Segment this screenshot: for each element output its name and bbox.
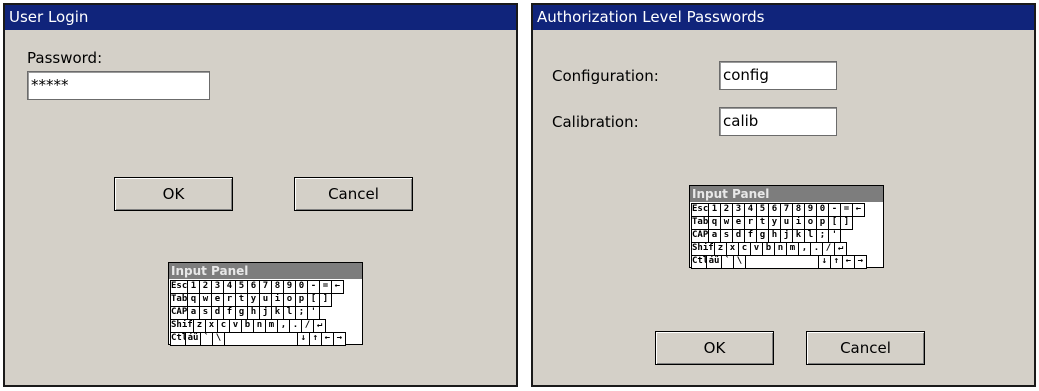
input-panel-title: Input Panel [690,186,883,202]
keyboard-key[interactable]: ] [840,216,853,230]
input-panel[interactable]: Input Panel Esc 1 2 3 4 5 6 7 8 9 0- = ← Tab q w e r t y u i o… [168,262,363,346]
authorization-title: Authorization Level Passwords [533,5,1034,30]
keyboard-key[interactable]: CAP [170,306,188,320]
keyboard-key[interactable]: ↵ [834,242,847,256]
input-panel-title: Input Panel [169,263,362,279]
keyboard-key[interactable]: ' [828,229,841,243]
keyboard-key[interactable]: Tab [691,216,709,230]
keyboard-key[interactable]: áü [185,332,201,346]
keyboard-key[interactable]: ] [319,293,332,307]
authorization-ok-button[interactable]: OK [655,331,774,365]
keyboard-row: Tab q w e r t y u i o p[] [691,216,882,230]
keyboard-key[interactable]: CAP [691,229,709,243]
authorization-cancel-button[interactable]: Cancel [806,331,925,365]
keyboard-row: Shiftzxcvbnm,./↵ [691,242,882,256]
keyboard-key[interactable]: Ctl [691,255,707,269]
keyboard-row: Tab q w e r t y u i o p[] [170,293,361,307]
calibration-field[interactable]: calib [719,107,837,136]
calibration-label: Calibration: [552,113,639,131]
keyboard-key[interactable]: ← [852,203,865,217]
keyboard-key[interactable]: Ctl [170,332,186,346]
keyboard-key[interactable]: Shift [170,319,194,333]
keyboard-key[interactable]: ' [307,306,320,320]
password-field[interactable]: ***** [27,71,210,100]
keyboard-key[interactable]: Esc [170,280,188,294]
keyboard-row: Shiftzxcvbnm,./↵ [170,319,361,333]
keyboard-row: Ctl áü ` \ ↓ ↑ ← → [691,255,882,269]
key-space[interactable] [224,332,298,346]
input-panel[interactable]: Input Panel Esc 1 2 3 4 5 6 7 8 9 0- = ← Tab q w e r t y u i o… [689,185,884,269]
configuration-field[interactable]: config [719,61,837,90]
login-title: User Login [5,5,516,30]
keyboard-key[interactable]: ↵ [313,319,326,333]
keyboard-row: Esc 1 2 3 4 5 6 7 8 9 0- = ← [691,203,882,217]
login-cancel-button[interactable]: Cancel [294,177,413,211]
keyboard-row: CAP a s d f g h j k l; ' [691,229,882,243]
login-ok-button[interactable]: OK [114,177,233,211]
keyboard-key[interactable]: Esc [691,203,709,217]
keyboard-key[interactable]: Tab [170,293,188,307]
keyboard-key[interactable]: → [333,332,346,346]
keyboard-key[interactable]: áü [706,255,722,269]
user-login-window: User Login Password: ***** OK Cancel Inp… [3,3,518,387]
keyboard-row: Esc 1 2 3 4 5 6 7 8 9 0- = ← [170,280,361,294]
keyboard-key[interactable]: → [854,255,867,269]
keyboard-key[interactable]: Shift [691,242,715,256]
configuration-label: Configuration: [552,67,659,85]
key-space[interactable] [745,255,819,269]
on-screen-keyboard[interactable]: Esc 1 2 3 4 5 6 7 8 9 0- = ← Tab q w e r t y u i o p[] CAP a s d f g h… [169,279,362,346]
keyboard-key[interactable]: ← [331,280,344,294]
password-label: Password: [27,49,103,67]
on-screen-keyboard[interactable]: Esc 1 2 3 4 5 6 7 8 9 0- = ← Tab q w e r t y u i o p[] CAP a s d f g h… [690,202,883,269]
authorization-window: Authorization Level Passwords Configurat… [531,3,1036,387]
keyboard-row: CAP a s d f g h j k l; ' [170,306,361,320]
keyboard-row: Ctl áü ` \ ↓ ↑ ← → [170,332,361,346]
